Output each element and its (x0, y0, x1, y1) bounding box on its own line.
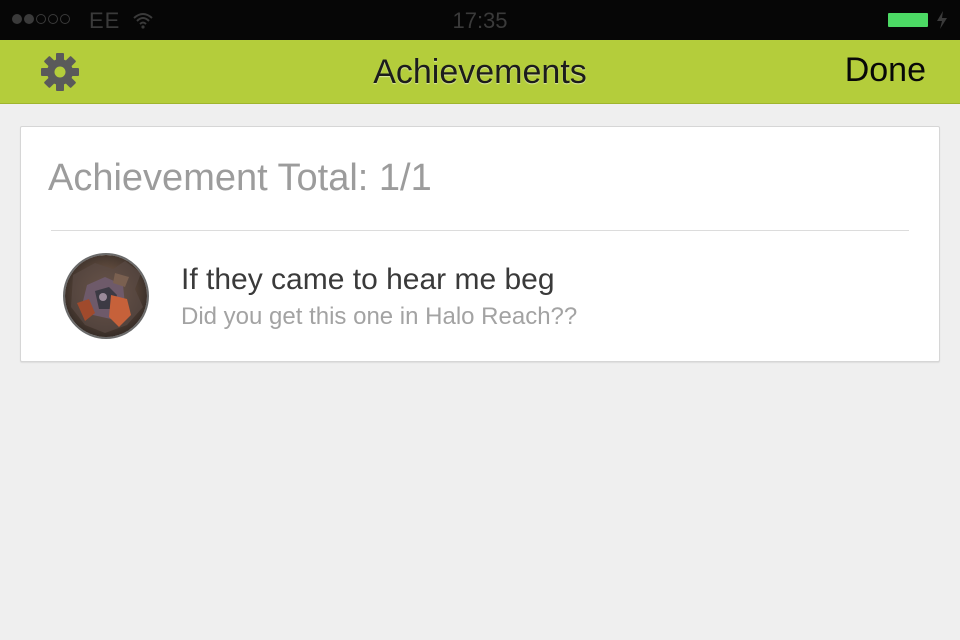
navigation-bar: Achievements Done (0, 40, 960, 104)
achievement-title: If they came to hear me beg (181, 263, 555, 296)
done-button[interactable]: Done (845, 51, 926, 90)
status-bar: EE 17:35 (0, 0, 960, 40)
battery-icon (888, 13, 928, 27)
status-time: 17:35 (452, 8, 508, 33)
achievement-total: Achievement Total: 1/1 (48, 157, 432, 199)
achievements-card: Achievement Total: 1/1 If they came to h… (20, 126, 940, 362)
achievement-image (63, 253, 149, 339)
page-title: Achievements (373, 53, 587, 91)
charging-icon (937, 11, 947, 29)
achievement-row[interactable]: If they came to hear me beg Did you get … (21, 231, 939, 361)
achievement-description: Did you get this one in Halo Reach?? (181, 303, 578, 330)
